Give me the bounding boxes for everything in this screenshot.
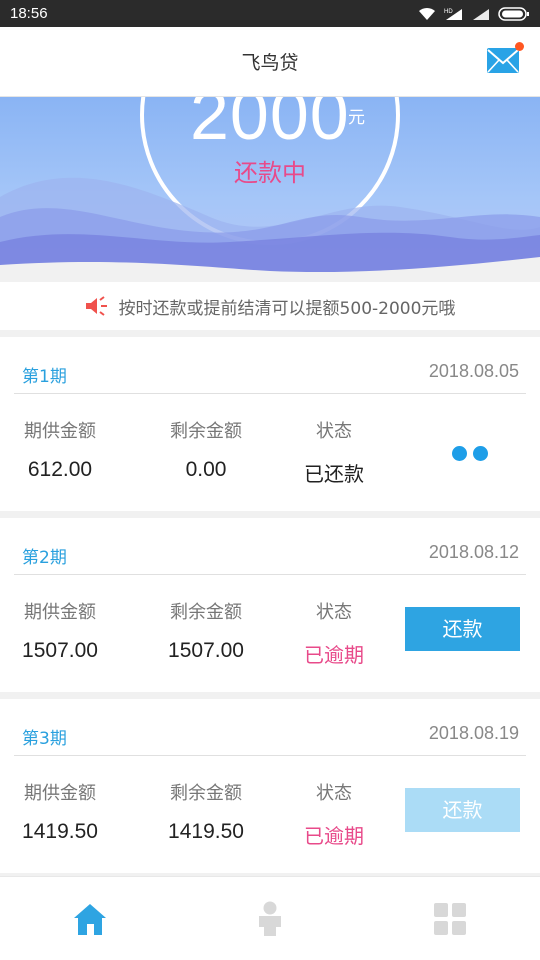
- installment-header: 第1期 2018.08.05: [0, 337, 540, 393]
- loan-amount: 2000: [190, 97, 350, 154]
- status-label: 状态: [316, 783, 352, 804]
- installment-header: 第3期 2018.08.19: [0, 699, 540, 755]
- installment-amount: 1507.00: [22, 639, 98, 662]
- period-label: 第3期: [22, 729, 67, 749]
- repay-button[interactable]: 还款: [405, 607, 520, 651]
- app-header: 飞鸟贷: [0, 27, 540, 97]
- nav-home[interactable]: [60, 889, 120, 949]
- due-date: 2018.08.05: [428, 361, 519, 381]
- remaining-amount-label: 剩余金额: [170, 602, 242, 623]
- period-label: 第1期: [22, 367, 67, 387]
- page-title: 飞鸟贷: [241, 52, 299, 74]
- payment-status: 已逾期: [304, 824, 364, 848]
- remaining-amount-label: 剩余金额: [170, 421, 242, 442]
- bottom-nav: [0, 876, 540, 960]
- wifi-icon: [419, 7, 435, 20]
- installment-amount: 1419.50: [22, 820, 98, 843]
- notice-bar: 按时还款或提前结清可以提额500-2000元哦: [0, 282, 540, 330]
- mail-button[interactable]: [486, 42, 524, 75]
- nav-profile[interactable]: [240, 889, 300, 949]
- repay-button[interactable]: 还款: [405, 788, 520, 832]
- status-label: 状态: [316, 602, 352, 623]
- payment-status: 已还款: [304, 462, 364, 486]
- installment-amount-label: 期供金额: [24, 421, 96, 442]
- installment-amount-label: 期供金额: [24, 602, 96, 623]
- divider: [14, 393, 526, 394]
- remaining-amount: 1419.50: [168, 820, 244, 843]
- installment-card: 第1期 2018.08.05 期供金额 剩余金额 状态 612.00 0.00 …: [0, 337, 540, 511]
- signal-hd-icon: HD: [444, 8, 462, 20]
- payment-status: 已逾期: [304, 643, 364, 667]
- paid-indicator: [452, 446, 488, 461]
- unread-dot: [515, 42, 524, 51]
- status-bar: 18:56 HD: [0, 0, 540, 27]
- loan-summary: 2000 元 还款中: [0, 97, 540, 282]
- battery-icon: [498, 6, 529, 21]
- svg-text:HD: HD: [444, 9, 453, 15]
- status-time: 18:56: [10, 5, 48, 22]
- period-label: 第2期: [22, 548, 67, 568]
- due-date: 2018.08.19: [428, 723, 519, 743]
- installment-amount-label: 期供金额: [24, 783, 96, 804]
- mail-icon: [487, 48, 519, 73]
- installment-card: 第2期 2018.08.12 期供金额 剩余金额 状态 1507.00 1507…: [0, 518, 540, 692]
- user-icon: [259, 901, 281, 936]
- remaining-amount-label: 剩余金额: [170, 783, 242, 804]
- home-icon: [74, 903, 106, 935]
- divider: [14, 574, 526, 575]
- status-icons: HD: [418, 6, 530, 21]
- installment-card: 第3期 2018.08.19 期供金额 剩余金额 状态 1419.50 1419…: [0, 699, 540, 873]
- speaker-icon: [85, 296, 107, 316]
- installment-header: 第2期 2018.08.12: [0, 518, 540, 574]
- amount-unit: 元: [348, 108, 365, 128]
- indicator-dot: [473, 446, 488, 461]
- remaining-amount: 0.00: [185, 458, 227, 481]
- status-label: 状态: [316, 421, 352, 442]
- due-date: 2018.08.12: [428, 542, 519, 562]
- remaining-amount: 1507.00: [168, 639, 244, 662]
- grid-icon: [434, 902, 466, 935]
- repayment-status: 还款中: [234, 159, 306, 187]
- indicator-dot: [452, 446, 467, 461]
- installment-amount: 612.00: [27, 458, 93, 481]
- divider: [14, 755, 526, 756]
- signal-icon: [473, 8, 489, 20]
- notice-text: 按时还款或提前结清可以提额500-2000元哦: [118, 298, 456, 319]
- nav-more[interactable]: [420, 889, 480, 949]
